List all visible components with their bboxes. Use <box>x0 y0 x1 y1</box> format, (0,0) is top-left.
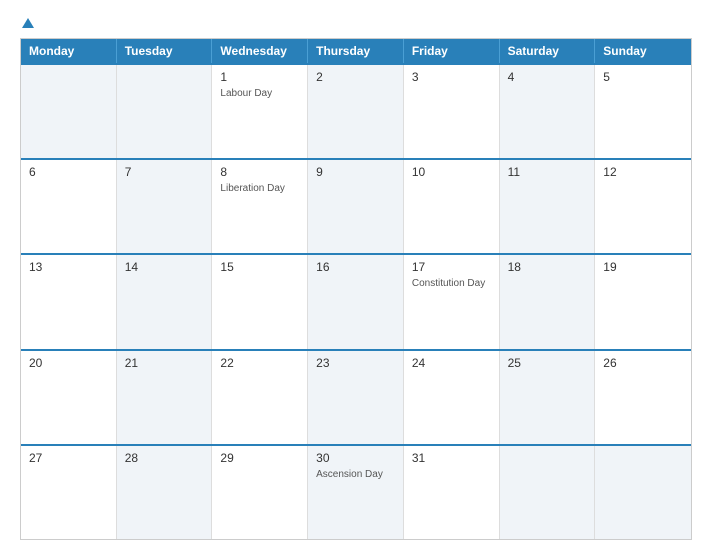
day-number: 30 <box>316 451 395 465</box>
cal-cell: 2 <box>308 65 404 158</box>
cal-cell: 5 <box>595 65 691 158</box>
day-number: 17 <box>412 260 491 274</box>
day-number: 16 <box>316 260 395 274</box>
day-number: 1 <box>220 70 299 84</box>
cal-cell: 12 <box>595 160 691 253</box>
cal-cell: 9 <box>308 160 404 253</box>
calendar-header: Monday Tuesday Wednesday Thursday Friday… <box>21 39 691 63</box>
cal-cell: 31 <box>404 446 500 539</box>
cal-cell: 26 <box>595 351 691 444</box>
day-number: 13 <box>29 260 108 274</box>
week-row-2: 6 7 8 Liberation Day 9 10 11 12 <box>21 158 691 253</box>
day-number: 29 <box>220 451 299 465</box>
col-tuesday: Tuesday <box>117 39 213 63</box>
cal-cell: 30 Ascension Day <box>308 446 404 539</box>
cal-cell: 1 Labour Day <box>212 65 308 158</box>
day-number: 23 <box>316 356 395 370</box>
holiday-name: Labour Day <box>220 87 299 100</box>
day-number: 11 <box>508 165 587 179</box>
cal-cell: 11 <box>500 160 596 253</box>
cal-cell: 10 <box>404 160 500 253</box>
day-number: 24 <box>412 356 491 370</box>
day-number: 9 <box>316 165 395 179</box>
day-number: 4 <box>508 70 587 84</box>
cal-cell: 6 <box>21 160 117 253</box>
col-monday: Monday <box>21 39 117 63</box>
week-row-4: 20 21 22 23 24 25 26 <box>21 349 691 444</box>
col-thursday: Thursday <box>308 39 404 63</box>
cal-cell <box>500 446 596 539</box>
logo <box>20 18 36 28</box>
cal-cell: 22 <box>212 351 308 444</box>
day-number: 12 <box>603 165 683 179</box>
day-number: 19 <box>603 260 683 274</box>
day-number: 3 <box>412 70 491 84</box>
cal-cell: 27 <box>21 446 117 539</box>
day-number: 5 <box>603 70 683 84</box>
cal-cell: 13 <box>21 255 117 348</box>
page: Monday Tuesday Wednesday Thursday Friday… <box>0 0 712 550</box>
cal-cell: 8 Liberation Day <box>212 160 308 253</box>
cal-cell: 20 <box>21 351 117 444</box>
cal-cell <box>595 446 691 539</box>
day-number: 31 <box>412 451 491 465</box>
cal-cell: 29 <box>212 446 308 539</box>
day-number: 14 <box>125 260 204 274</box>
week-row-3: 13 14 15 16 17 Constitution Day 18 19 <box>21 253 691 348</box>
col-wednesday: Wednesday <box>212 39 308 63</box>
col-friday: Friday <box>404 39 500 63</box>
week-row-1: 1 Labour Day 2 3 4 5 <box>21 63 691 158</box>
cal-cell: 3 <box>404 65 500 158</box>
day-number: 27 <box>29 451 108 465</box>
cal-cell: 25 <box>500 351 596 444</box>
day-number: 25 <box>508 356 587 370</box>
cal-cell: 28 <box>117 446 213 539</box>
day-number: 22 <box>220 356 299 370</box>
day-number: 21 <box>125 356 204 370</box>
cal-cell: 14 <box>117 255 213 348</box>
day-number: 18 <box>508 260 587 274</box>
day-number: 20 <box>29 356 108 370</box>
day-number: 15 <box>220 260 299 274</box>
holiday-name: Constitution Day <box>412 277 491 290</box>
calendar-body: 1Labour Day2345678Liberation Day91011121… <box>21 63 691 539</box>
cal-cell: 19 <box>595 255 691 348</box>
cal-cell: 23 <box>308 351 404 444</box>
cal-cell: 4 <box>500 65 596 158</box>
cal-cell: 7 <box>117 160 213 253</box>
day-number: 2 <box>316 70 395 84</box>
day-number: 6 <box>29 165 108 179</box>
cal-cell: 18 <box>500 255 596 348</box>
header <box>20 18 692 28</box>
cal-cell: 21 <box>117 351 213 444</box>
day-number: 7 <box>125 165 204 179</box>
day-number: 8 <box>220 165 299 179</box>
col-saturday: Saturday <box>500 39 596 63</box>
day-number: 10 <box>412 165 491 179</box>
col-sunday: Sunday <box>595 39 691 63</box>
cal-cell <box>21 65 117 158</box>
cal-cell: 24 <box>404 351 500 444</box>
cal-cell: 17 Constitution Day <box>404 255 500 348</box>
cal-cell <box>117 65 213 158</box>
holiday-name: Liberation Day <box>220 182 299 195</box>
cal-cell: 16 <box>308 255 404 348</box>
holiday-name: Ascension Day <box>316 468 395 481</box>
week-row-5: 27 28 29 30 Ascension Day 31 <box>21 444 691 539</box>
cal-cell: 15 <box>212 255 308 348</box>
calendar: Monday Tuesday Wednesday Thursday Friday… <box>20 38 692 540</box>
day-number: 26 <box>603 356 683 370</box>
day-number: 28 <box>125 451 204 465</box>
